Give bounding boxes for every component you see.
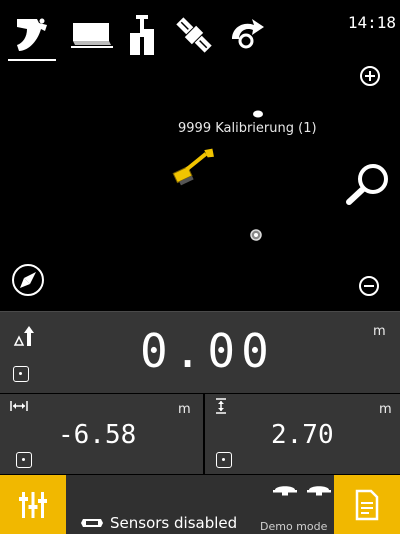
tool-bar (0, 0, 340, 64)
adjust-button[interactable] (0, 475, 66, 534)
map-view[interactable]: 14:18 9999 Kalibrierung (1) (0, 0, 400, 310)
zoom-out-button[interactable] (357, 274, 381, 298)
surface-icon (71, 23, 113, 48)
tool-sync[interactable] (218, 10, 274, 60)
right-readout-value: 2.70 (271, 420, 334, 450)
main-readout-settings[interactable] (13, 366, 29, 382)
horizontal-distance-icon (10, 401, 28, 411)
excavator-icon[interactable] (168, 146, 220, 186)
main-readout-unit: m (373, 324, 386, 339)
right-readout-panel[interactable]: m 2.70 (205, 394, 400, 474)
status-clock: 14:18 (347, 13, 396, 32)
zoom-in-button[interactable] (358, 64, 382, 88)
sensors-status-text: Sensors disabled (110, 514, 238, 532)
sensor-status-icon (81, 519, 103, 527)
delta-height-icon (13, 326, 34, 346)
reference-point-marker[interactable] (249, 228, 263, 242)
satellite-icon (176, 17, 212, 53)
vertical-distance-icon (216, 398, 226, 414)
bottom-bar: Sensors disabled Demo mode (0, 475, 400, 534)
tool-bucket[interactable] (4, 10, 60, 61)
mast-icon (130, 15, 154, 55)
sensor-right-icon (307, 486, 331, 496)
sensor-left-icon (273, 486, 297, 496)
compass-icon (12, 264, 44, 296)
demo-mode-text: Demo mode (260, 520, 328, 533)
main-readout-value: 0.00 (140, 324, 275, 378)
left-readout-settings[interactable] (16, 452, 32, 468)
compass-button[interactable] (10, 262, 46, 298)
right-readout-settings[interactable] (216, 452, 232, 468)
right-readout-unit: m (379, 402, 392, 417)
documents-button[interactable] (334, 475, 400, 534)
bucket-icon (17, 18, 47, 51)
document-icon (355, 489, 379, 520)
adjust-sliders-icon (19, 491, 47, 518)
survey-point-marker[interactable] (252, 109, 264, 119)
left-readout-panel[interactable]: m -6.58 (0, 394, 203, 474)
tool-surface[interactable] (64, 10, 120, 60)
zoom-out-icon (359, 276, 379, 296)
left-readout-value: -6.58 (58, 420, 137, 450)
tool-mast[interactable] (114, 10, 170, 60)
tool-satellite[interactable] (166, 10, 222, 60)
left-readout-unit: m (178, 402, 191, 417)
sync-icon (232, 19, 264, 49)
survey-point-label: 9999 Kalibrierung (1) (178, 121, 317, 136)
magnifier-icon (346, 164, 388, 205)
main-readout-panel[interactable]: 0.00 m (0, 311, 400, 393)
zoom-in-icon (360, 66, 380, 86)
search-button[interactable] (342, 160, 392, 210)
